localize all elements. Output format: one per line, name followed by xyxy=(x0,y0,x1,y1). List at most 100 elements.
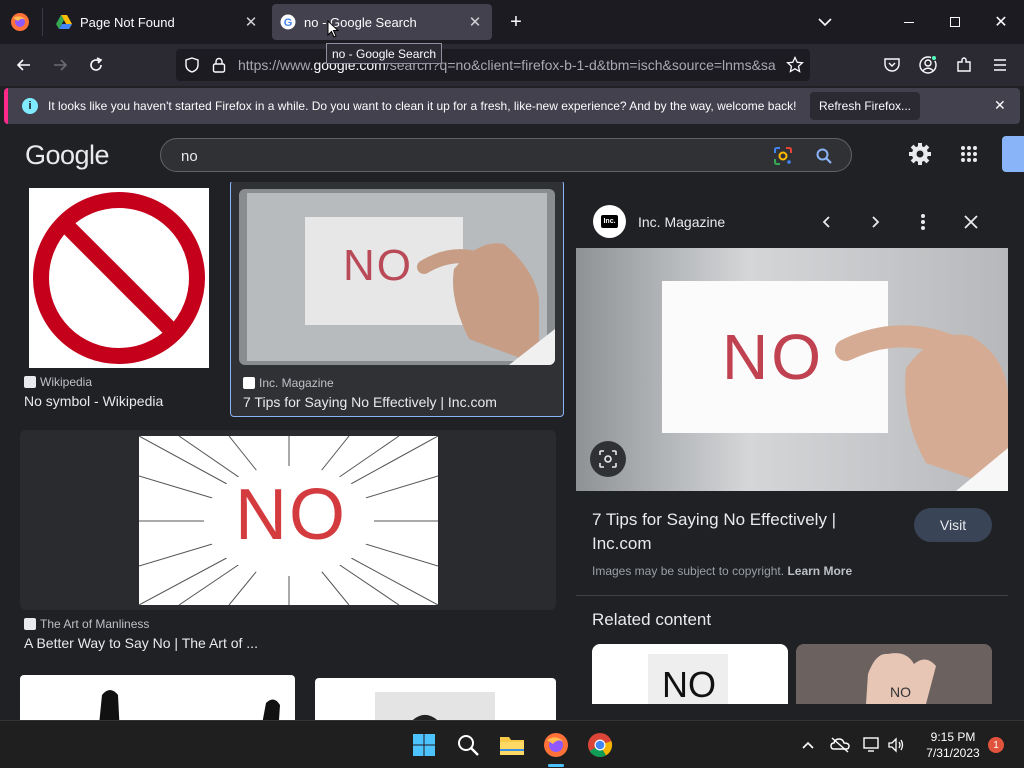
result-caption[interactable]: No symbol - Wikipedia xyxy=(24,393,163,409)
search-query: no xyxy=(181,148,198,165)
windows-start-icon[interactable] xyxy=(408,729,440,761)
previous-icon[interactable] xyxy=(814,209,840,235)
sign-in-button[interactable] xyxy=(1002,136,1024,172)
no-burst-text: NO xyxy=(235,475,347,555)
related-hand-no-text: NO xyxy=(890,684,911,700)
list-all-tabs-icon[interactable] xyxy=(814,12,836,32)
inc-logo-text: Inc. xyxy=(601,215,618,228)
preview-image[interactable]: NO xyxy=(576,248,1008,491)
art-of-manliness-icon xyxy=(24,618,36,630)
no-symbol-image[interactable] xyxy=(29,188,209,368)
result-source[interactable]: Inc. Magazine xyxy=(243,376,334,390)
image-result-card[interactable] xyxy=(315,678,556,720)
url-text[interactable]: https://www.google.com/search?q=no&clien… xyxy=(238,57,778,73)
search-icon[interactable] xyxy=(452,729,484,761)
google-drive-icon xyxy=(56,15,72,29)
refresh-firefox-button[interactable]: Refresh Firefox... xyxy=(810,92,920,120)
copyright-notice: Images may be subject to copyright. Lear… xyxy=(592,564,852,578)
url-prefix: https://www. xyxy=(238,57,314,73)
url-bar[interactable]: https://www.google.com/search?q=no&clien… xyxy=(176,49,810,81)
settings-gear-icon[interactable] xyxy=(908,142,932,166)
info-icon: i xyxy=(22,98,38,114)
extensions-icon[interactable] xyxy=(950,51,978,79)
panel-source-name[interactable]: Inc. Magazine xyxy=(638,214,725,230)
image-preview-panel: Inc. Inc. Magazine NO 7 Tips for Saying … xyxy=(576,194,1008,720)
lock-icon[interactable] xyxy=(212,57,226,73)
result-source-label: The Art of Manliness xyxy=(40,617,150,631)
wikipedia-icon xyxy=(24,376,36,388)
tracking-protection-icon[interactable] xyxy=(184,57,200,73)
close-tab-icon[interactable]: ✕ xyxy=(466,13,484,31)
notification-badge[interactable]: 1 xyxy=(988,737,1004,753)
close-tab-icon[interactable]: ✕ xyxy=(242,13,260,31)
new-tab-icon[interactable]: + xyxy=(504,10,528,34)
related-image[interactable]: NO xyxy=(592,644,788,704)
next-icon[interactable] xyxy=(862,209,888,235)
image-result-card[interactable]: Wikipedia No symbol - Wikipedia xyxy=(20,182,220,414)
tab-page-not-found[interactable]: Page Not Found ✕ xyxy=(48,4,268,40)
no-sign-text: NO xyxy=(343,241,413,290)
notification-message: It looks like you haven't started Firefo… xyxy=(48,99,797,113)
svg-text:G: G xyxy=(284,17,293,29)
inc-logo[interactable]: Inc. xyxy=(593,205,626,238)
preview-no-text: NO xyxy=(722,321,824,393)
minimize-icon[interactable] xyxy=(886,0,932,44)
tab-google-search[interactable]: G no - Google Search ✕ xyxy=(272,4,492,40)
more-options-icon[interactable] xyxy=(910,209,936,235)
firefox-menu-icon[interactable] xyxy=(10,12,30,32)
account-icon[interactable] xyxy=(914,51,942,79)
onedrive-icon[interactable] xyxy=(826,729,854,761)
tab-bar: Page Not Found ✕ G no - Google Search ✕ … xyxy=(0,0,1024,44)
chrome-icon[interactable] xyxy=(584,729,616,761)
clock-date: 7/31/2023 xyxy=(926,746,980,760)
result-source-label: Inc. Magazine xyxy=(259,376,334,390)
panel-title[interactable]: 7 Tips for Saying No Effectively | Inc.c… xyxy=(592,508,882,556)
no-burst-image[interactable]: NO xyxy=(139,436,438,605)
system-clock[interactable]: 9:15 PM 7/31/2023 xyxy=(910,729,996,761)
mouse-cursor-icon xyxy=(327,20,339,38)
close-notification-icon[interactable]: ✕ xyxy=(994,97,1006,114)
google-header: Google no xyxy=(0,126,1024,182)
pocket-icon[interactable] xyxy=(878,51,906,79)
inc-no-sign-image[interactable]: NO xyxy=(239,189,555,365)
result-source-label: Wikipedia xyxy=(40,375,93,389)
result-caption[interactable]: 7 Tips for Saying No Effectively | Inc.c… xyxy=(243,394,497,410)
search-input[interactable]: no xyxy=(160,138,852,172)
tab-tooltip: no - Google Search xyxy=(326,43,443,64)
image-result-card[interactable]: NO The Art of Manliness A Better Way to … xyxy=(20,430,556,654)
panel-divider xyxy=(576,595,1008,596)
result-caption[interactable]: A Better Way to Say No | The Art of ... xyxy=(24,635,258,651)
reload-icon[interactable] xyxy=(82,51,110,79)
image-results: Wikipedia No symbol - Wikipedia NO Inc. … xyxy=(0,182,568,720)
hamburger-menu-icon[interactable] xyxy=(986,51,1014,79)
visit-button[interactable]: Visit xyxy=(914,508,992,542)
show-hidden-icons-chevron[interactable] xyxy=(794,729,822,761)
lens-search-button[interactable] xyxy=(590,441,626,477)
google-apps-icon[interactable] xyxy=(960,145,978,163)
search-icon[interactable] xyxy=(815,147,833,165)
google-lens-icon[interactable] xyxy=(773,147,793,165)
image-result-card-selected[interactable]: NO Inc. Magazine 7 Tips for Saying No Ef… xyxy=(230,182,564,417)
back-icon[interactable] xyxy=(10,51,38,79)
learn-more-link[interactable]: Learn More xyxy=(787,564,852,578)
related-no-text: NO xyxy=(662,664,716,704)
volume-icon[interactable] xyxy=(882,729,910,761)
maximize-icon[interactable] xyxy=(932,0,978,44)
result-source[interactable]: Wikipedia xyxy=(24,375,92,389)
taskbar: 9:15 PM 7/31/2023 1 xyxy=(0,720,1024,768)
copyright-text: Images may be subject to copyright. xyxy=(592,564,785,578)
active-app-indicator xyxy=(548,764,564,767)
clock-time: 9:15 PM xyxy=(930,730,976,744)
bookmark-star-icon[interactable] xyxy=(786,56,804,74)
forward-icon[interactable] xyxy=(46,51,74,79)
related-image[interactable]: NO xyxy=(796,644,992,704)
google-logo[interactable]: Google xyxy=(25,140,110,171)
image-result-card[interactable] xyxy=(20,675,295,720)
result-source[interactable]: The Art of Manliness xyxy=(24,617,149,631)
close-window-icon[interactable]: ✕ xyxy=(978,0,1024,44)
file-explorer-icon[interactable] xyxy=(496,729,528,761)
google-g-icon: G xyxy=(280,14,296,30)
close-panel-icon[interactable] xyxy=(958,209,984,235)
firefox-taskbar-icon[interactable] xyxy=(540,729,572,761)
inc-magazine-icon xyxy=(243,377,255,389)
